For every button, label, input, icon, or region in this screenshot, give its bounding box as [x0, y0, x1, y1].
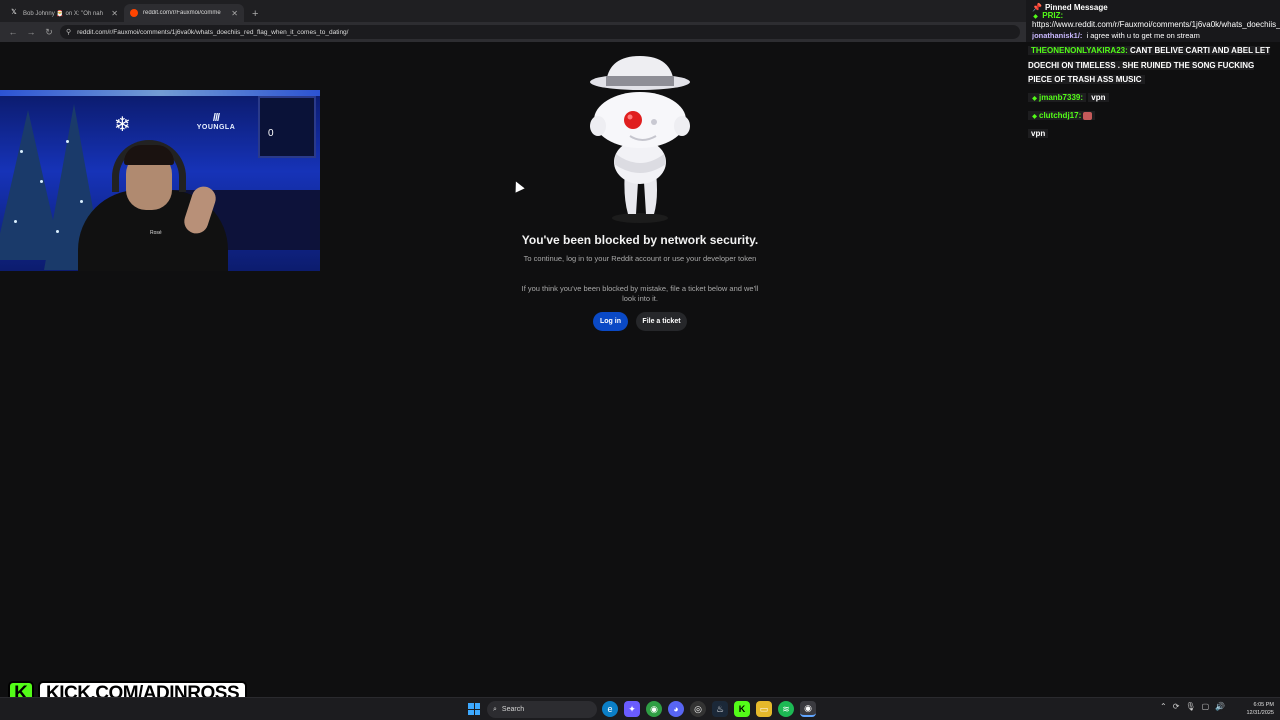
jersey-number: 0 [268, 128, 274, 139]
tree-light [40, 180, 43, 183]
clock-time: 6:05 PM [1253, 702, 1274, 708]
pinned-message: 📌 Pinned Message ◆ PRIZ: https://www.red… [1026, 0, 1280, 42]
search-icon: ⌕ [493, 705, 497, 713]
close-tab-icon[interactable]: ✕ [231, 9, 238, 18]
chat-message: THEONENONLYAKIRA23: CANT BELIVE CARTI AN… [1028, 44, 1278, 88]
tree-light [56, 230, 59, 233]
tree-light [20, 150, 23, 153]
reddit-snoo-detective-illustration [590, 56, 690, 223]
wall-logo-text: YOUNGLA [196, 124, 236, 131]
file-ticket-button[interactable]: File a ticket [636, 312, 687, 331]
streamer-hair [124, 145, 174, 165]
copilot-icon[interactable]: ✦ [624, 701, 640, 717]
wall-logo: /// YOUNGLA [190, 112, 242, 131]
search-placeholder: Search [501, 706, 525, 713]
spotify-icon[interactable]: ≋ [778, 701, 794, 717]
wall-logo-mark: /// [212, 112, 220, 124]
new-tab-button[interactable]: + [244, 8, 266, 22]
volume-icon[interactable]: 🔊 [1215, 702, 1225, 711]
tab-x-post[interactable]: 𝕏 Bob Johnny 🎅 on X: "Oh nah ✕ [4, 4, 124, 22]
snowflake-icon: ❄ [114, 114, 131, 136]
page-title: You've been blocked by network security. [521, 233, 759, 247]
chat-text: vpn [1028, 129, 1049, 138]
chat-username[interactable]: jmanb7339: [1039, 93, 1083, 102]
show-hidden-icons-icon[interactable]: ⌃ [1160, 702, 1167, 711]
close-tab-icon[interactable]: ✕ [111, 9, 118, 18]
chat-text: vpn [1088, 93, 1109, 102]
pinned-reply: jonathanisk1/: i agree with u to get me … [1032, 31, 1274, 40]
chat-overlay: 📌 Pinned Message ◆ PRIZ: https://www.red… [1026, 0, 1280, 145]
site-info-icon[interactable]: ⚲ [66, 28, 71, 36]
url-text: reddit.com/r/Fauxmoi/comments/1j6va0k/wh… [77, 28, 349, 36]
screen: 𝕏 Bob Johnny 🎅 on X: "Oh nah ✕ reddit.co… [0, 0, 1280, 720]
mouse-cursor-icon [511, 179, 525, 193]
login-instructions: To continue, log in to your Reddit accou… [523, 254, 757, 263]
discord-icon[interactable]: ◕ [668, 701, 684, 717]
pinned-apps: e ✦ ◉ ◕ ◎ ♨ K ▭ ≋ ◉ [602, 701, 816, 717]
shirt-tag: Rosé [150, 230, 162, 236]
taskbar-search[interactable]: ⌕ Search [487, 701, 597, 718]
edge-icon[interactable]: e [602, 701, 618, 717]
forward-icon[interactable]: → [24, 27, 38, 37]
chat-badge-icon: ◆ [1032, 114, 1037, 120]
chrome-active-icon[interactable]: ◉ [800, 701, 816, 717]
windows-start-icon[interactable] [468, 703, 480, 715]
reload-icon[interactable]: ↻ [42, 27, 56, 38]
pinned-body: ◆ PRIZ: https://www.reddit.com/r/Fauxmoi… [1032, 11, 1280, 30]
tab-label: reddit.com/r/Fauxmoi/comme [143, 10, 221, 16]
microphone-icon[interactable]: 🎙 [1185, 702, 1195, 711]
file-explorer-icon[interactable]: ▭ [756, 701, 772, 717]
chat-message: ◆ clutchdj17: [1028, 109, 1096, 123]
tree-light [14, 220, 17, 223]
chat-message: vpn [1028, 127, 1049, 141]
reply-text: i agree with u to get me on stream [1086, 30, 1200, 40]
ticket-instructions: If you think you've been blocked by mist… [521, 284, 759, 303]
x-logo-icon: 𝕏 [11, 9, 17, 16]
kick-app-icon[interactable]: K [734, 701, 750, 717]
taskbar-clock[interactable]: 6:05 PM 12/31/2025 [1238, 701, 1274, 717]
reddit-icon [130, 9, 138, 17]
chat-message: ◆ jmanb7339: vpn [1028, 91, 1109, 105]
tab-label: Bob Johnny 🎅 on X: "Oh nah [23, 10, 103, 17]
tab-reddit[interactable]: reddit.com/r/Fauxmoi/comme ✕ [124, 4, 244, 22]
framed-jersey: 0 [258, 96, 316, 158]
chrome-icon[interactable]: ◉ [646, 701, 662, 717]
pinned-username[interactable]: PRIZ: [1042, 11, 1063, 20]
clock-date: 12/31/2025 [1246, 710, 1274, 716]
chat-emote-icon [1083, 111, 1093, 120]
chat-username[interactable]: clutchdj17: [1039, 111, 1081, 120]
obs-icon[interactable]: ◎ [690, 701, 706, 717]
steam-icon[interactable]: ♨ [712, 701, 728, 717]
chat-badge-icon: ◆ [1032, 96, 1037, 102]
sync-icon[interactable]: ⟳ [1173, 702, 1180, 711]
reply-username[interactable]: jonathanisk1/: [1032, 31, 1082, 40]
pinned-link[interactable]: https://www.reddit.com/r/Fauxmoi/comment… [1032, 20, 1280, 29]
pinned-header: 📌 Pinned Message [1032, 3, 1274, 12]
tree-light [80, 200, 83, 203]
taskbar: ⌕ Search e ✦ ◉ ◕ ◎ ♨ K ▭ ≋ ◉ ⌃ ⟳ 🎙 ▢ 🔊 6… [0, 697, 1280, 720]
chat-username[interactable]: THEONENONLYAKIRA23: [1031, 46, 1128, 55]
back-icon[interactable]: ← [6, 27, 20, 37]
address-bar[interactable]: ⚲ reddit.com/r/Fauxmoi/comments/1j6va0k/… [60, 25, 1020, 39]
tree-light [66, 140, 69, 143]
webcam-overlay: ❄ /// YOUNGLA 0 Rosé [0, 90, 320, 271]
login-button[interactable]: Log in [593, 312, 628, 331]
display-icon[interactable]: ▢ [1202, 702, 1210, 711]
system-tray: ⌃ ⟳ 🎙 ▢ 🔊 [1160, 702, 1225, 711]
